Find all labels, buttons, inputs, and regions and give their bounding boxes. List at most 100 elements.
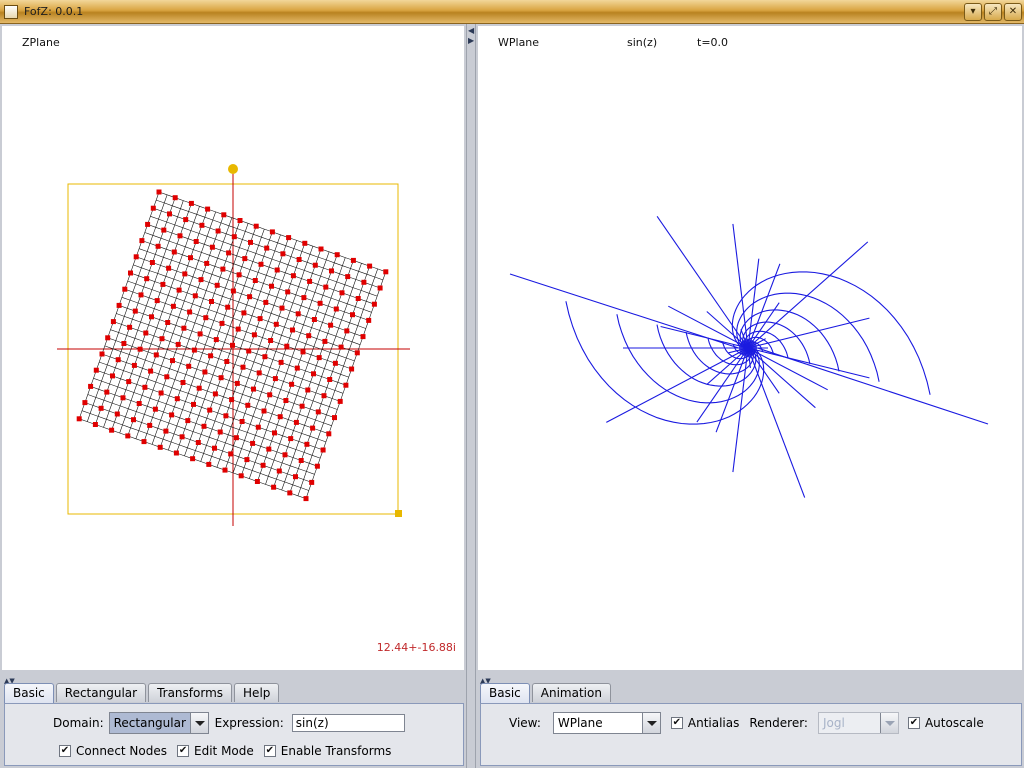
grid-node [251, 332, 257, 338]
zplane-drawing[interactable] [2, 26, 464, 670]
edit-mode-checkbox[interactable]: ✔ Edit Mode [177, 744, 254, 758]
close-button[interactable]: ✕ [1004, 3, 1022, 21]
wplane-canvas[interactable]: WPlane sin(z) t=0.0 [478, 26, 1022, 670]
grid-node [334, 252, 340, 258]
antialias-checkbox[interactable]: ✔ Antialias [670, 716, 739, 730]
domain-select[interactable]: Rectangular [108, 712, 209, 734]
grid-node [230, 288, 236, 294]
close-icon: ✕ [1008, 6, 1018, 17]
right-horizontal-split[interactable]: ▲▼ [478, 672, 1022, 685]
grid-node [198, 277, 204, 283]
grid-node [260, 462, 266, 468]
grid-node [99, 351, 105, 357]
grid-node [317, 300, 323, 306]
grid-node [120, 395, 126, 401]
tab-basic-right[interactable]: Basic [480, 683, 530, 704]
grid-node [209, 244, 215, 250]
grid-node [149, 260, 155, 265]
grid-node [247, 294, 253, 300]
grid-node [212, 391, 218, 397]
maximize-button[interactable]: ⤢ [984, 3, 1002, 21]
connect-nodes-checkbox[interactable]: ✔ Connect Nodes [59, 744, 167, 758]
grid-node [323, 284, 329, 290]
chevron-down-icon[interactable] [189, 713, 208, 733]
view-label: View: [509, 716, 541, 730]
grid-node [214, 282, 220, 288]
tab-transforms[interactable]: Transforms [148, 683, 233, 702]
mapped-curve [739, 309, 840, 372]
grid-node [268, 338, 274, 343]
window-titlebar[interactable]: FofZ: 0.0.1 ▾ ⤢ ✕ [0, 0, 1024, 24]
grid-node [88, 383, 94, 389]
view-select[interactable]: WPlane [552, 712, 661, 734]
grid-node [109, 427, 115, 433]
chevron-down-icon[interactable] [641, 713, 660, 733]
grid-node [237, 218, 243, 223]
grid-node [266, 446, 272, 452]
grid-node [283, 398, 289, 403]
grid-node [239, 419, 245, 424]
autoscale-label: Autoscale [924, 716, 984, 730]
grid-node [304, 441, 310, 447]
renderer-label: Renderer: [749, 716, 808, 730]
grid-node [191, 401, 196, 407]
grid-node [104, 389, 110, 395]
grid-node [329, 268, 334, 274]
grid-node [366, 317, 372, 323]
zplane-canvas[interactable]: ZPlane 12.44+-16.88i [2, 26, 464, 670]
grid-node [287, 490, 293, 496]
mapped-curve [747, 241, 869, 349]
domain-value: Rectangular [109, 713, 190, 733]
enable-transforms-label: Enable Transforms [280, 744, 392, 758]
grid-node [279, 305, 285, 311]
grid-node [188, 200, 194, 206]
tab-animation[interactable]: Animation [531, 683, 611, 702]
grid-node [138, 292, 144, 298]
left-controls-panel: Domain: Rectangular Expression: ✔ Connect… [4, 703, 464, 766]
grid-node [251, 386, 256, 392]
grid-node [174, 396, 180, 402]
grid-node [276, 468, 282, 474]
grid-node [269, 229, 275, 235]
grid-node [245, 402, 251, 408]
tab-help[interactable]: Help [234, 683, 280, 702]
tab-basic[interactable]: Basic [4, 683, 54, 704]
grid-node [311, 371, 316, 377]
grid-node [284, 343, 290, 349]
grid-node [176, 287, 182, 293]
left-horizontal-split[interactable]: ▲▼ [2, 672, 464, 685]
view-value: WPlane [557, 716, 603, 730]
grid-node [290, 327, 295, 333]
mapped-curves [509, 215, 989, 498]
tab-rectangular[interactable]: Rectangular [55, 683, 147, 702]
grid-node [244, 457, 250, 463]
grid-node [272, 376, 278, 382]
autoscale-checkbox[interactable]: ✔ Autoscale [907, 716, 984, 730]
grid-node [226, 250, 232, 256]
grid-node [371, 301, 377, 307]
minimize-button[interactable]: ▾ [964, 3, 982, 21]
grid-node [133, 254, 139, 260]
minimize-icon: ▾ [970, 6, 976, 17]
mapped-curve [731, 271, 931, 395]
grid-node [217, 429, 223, 435]
mapped-curve [747, 347, 806, 498]
expression-input[interactable] [291, 714, 405, 732]
grid-node [307, 278, 313, 284]
grid-node [172, 195, 178, 201]
edit-mode-label: Edit Mode [194, 744, 254, 758]
window-title: FofZ: 0.0.1 [24, 5, 84, 18]
grid-node [223, 413, 229, 419]
enable-transforms-checkbox[interactable]: ✔ Enable Transforms [263, 744, 392, 758]
grid-node [185, 418, 191, 424]
grid-node [235, 326, 241, 332]
grid-node [199, 222, 205, 228]
vertical-split-divider[interactable]: ◀ ▶ [466, 24, 476, 768]
grid-node [339, 290, 345, 296]
grid-node [316, 355, 322, 361]
grid-node [301, 295, 307, 301]
grid-node [286, 235, 292, 241]
grid-node [153, 352, 159, 358]
grid-node [318, 246, 324, 252]
grid-node [350, 257, 356, 263]
